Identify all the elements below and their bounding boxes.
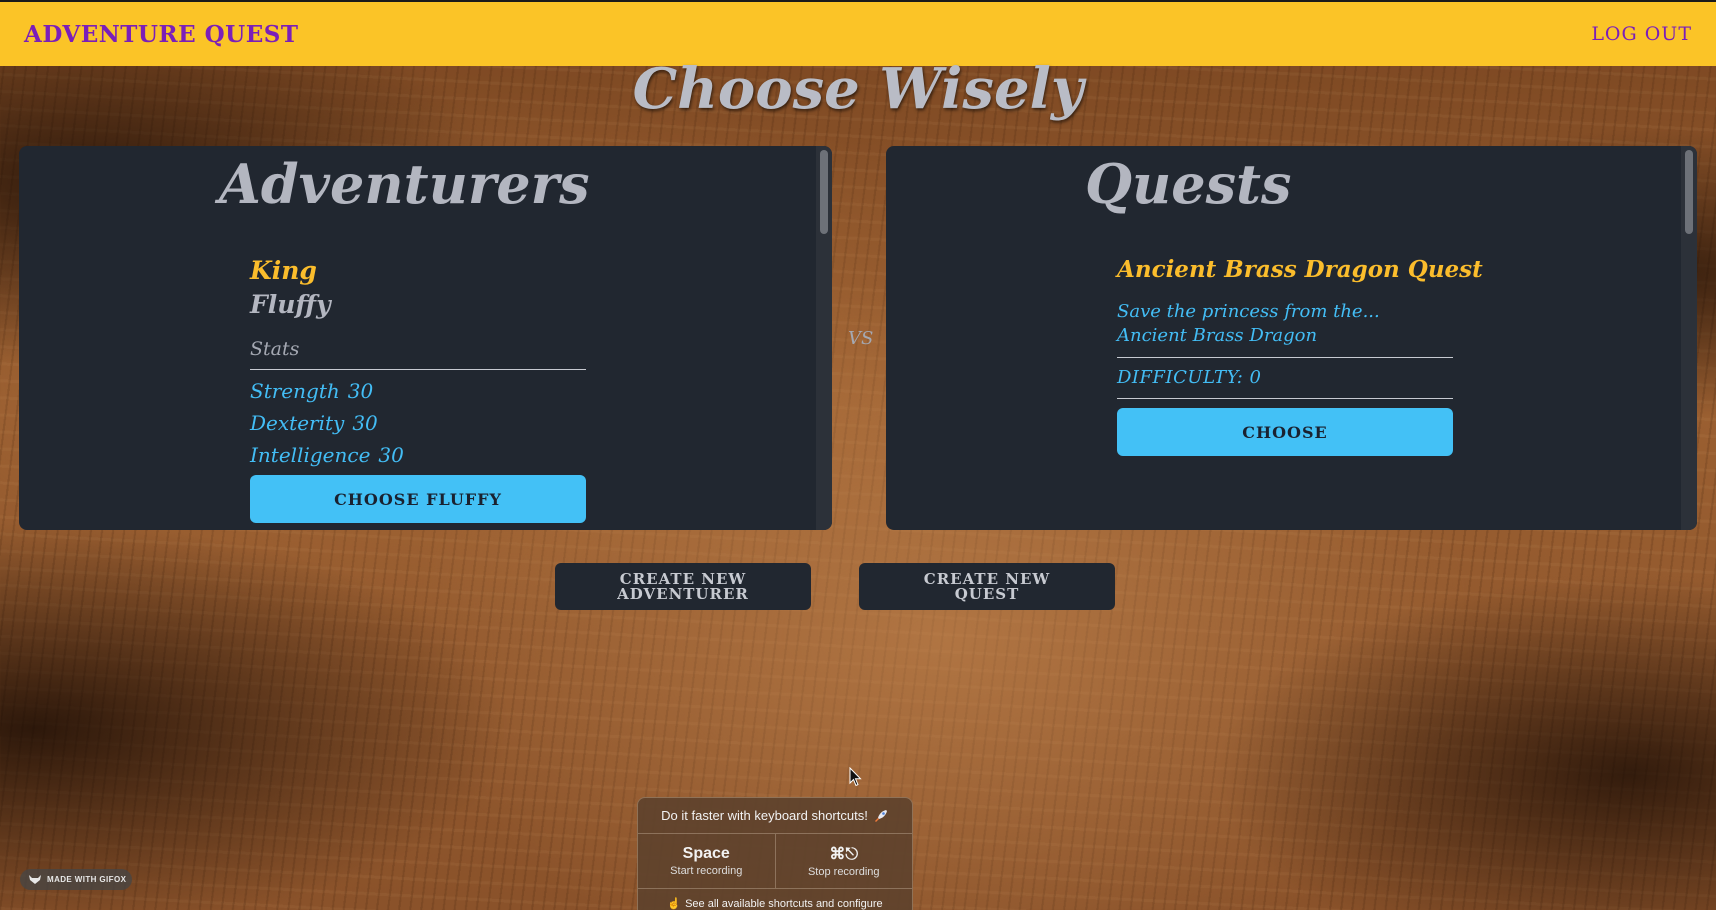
shortcut-key: Space — [682, 845, 730, 862]
divider — [250, 369, 586, 370]
quests-panel: Quests Ancient Brass Dragon Quest Save t… — [886, 146, 1697, 530]
quests-title: Quests — [1085, 152, 1292, 216]
gifox-badge[interactable]: MADE WITH GIFOX — [20, 869, 132, 890]
shortcut-start-recording[interactable]: Space Start recording — [638, 834, 775, 888]
popup-header: Do it faster with keyboard shortcuts! — [638, 798, 912, 834]
stat-label: Intelligence — [250, 443, 371, 467]
shortcut-action: Start recording — [670, 865, 743, 877]
stat-dexterity: Dexterity 30 — [250, 411, 378, 435]
quests-scrollbar[interactable] — [1681, 146, 1697, 530]
stat-value: 30 — [347, 379, 374, 403]
choose-adventurer-button[interactable]: CHOOSE FLUFFY — [250, 475, 586, 523]
popup-footer[interactable]: ☝ See all available shortcuts and config… — [638, 889, 912, 910]
stat-value: 30 — [352, 411, 378, 435]
choose-quest-button[interactable]: CHOOSE — [1117, 408, 1453, 456]
stat-strength: Strength 30 — [250, 379, 373, 403]
logout-link[interactable]: LOG OUT — [1591, 23, 1692, 45]
create-quest-button[interactable]: CREATE NEW QUEST — [859, 563, 1115, 610]
shortcut-row: Space Start recording ⌘⎋ Stop recording — [638, 834, 912, 889]
adventurer-name: Fluffy — [250, 290, 331, 319]
adventurers-scrollbar[interactable] — [816, 146, 832, 530]
stat-label: Dexterity — [250, 411, 345, 435]
gifox-badge-label: MADE WITH GIFOX — [47, 875, 127, 884]
pointing-hand-icon: ☝ — [667, 898, 682, 910]
adventurers-title: Adventurers — [219, 152, 590, 216]
scrollbar-thumb[interactable] — [1685, 150, 1693, 234]
stat-intelligence: Intelligence 30 — [250, 443, 404, 467]
shortcut-popup: Do it faster with keyboard shortcuts! Sp… — [637, 797, 913, 910]
shortcut-key: ⌘⎋ — [829, 846, 859, 863]
adventurer-class: King — [250, 256, 317, 285]
shortcut-action: Stop recording — [807, 866, 880, 878]
brand-logo[interactable]: ADVENTURE QUEST — [24, 21, 298, 48]
quest-title: Ancient Brass Dragon Quest — [1117, 256, 1483, 283]
quest-description: Save the princess from the... Ancient Br… — [1117, 301, 1380, 346]
divider — [1117, 357, 1453, 358]
shortcut-stop-recording[interactable]: ⌘⎋ Stop recording — [774, 834, 913, 888]
rocket-icon — [874, 809, 887, 822]
stat-label: Strength — [250, 379, 340, 403]
fox-icon — [29, 875, 41, 884]
scrollbar-thumb[interactable] — [820, 150, 828, 234]
page-title: Choose Wisely — [632, 56, 1084, 122]
stats-label: Stats — [250, 338, 300, 360]
vs-label: VS — [848, 328, 874, 349]
adventurers-panel: Adventurers King Fluffy Stats Strength 30… — [19, 146, 832, 530]
create-adventurer-button[interactable]: CREATE NEW ADVENTURER — [555, 563, 811, 610]
quest-difficulty: DIFFICULTY: 0 — [1117, 367, 1262, 388]
mouse-cursor-icon — [849, 767, 862, 787]
stat-value: 30 — [378, 443, 404, 467]
divider — [1117, 398, 1453, 399]
popup-header-text: Do it faster with keyboard shortcuts! — [661, 808, 868, 823]
popup-footer-text: See all available shortcuts and configur… — [685, 897, 883, 910]
